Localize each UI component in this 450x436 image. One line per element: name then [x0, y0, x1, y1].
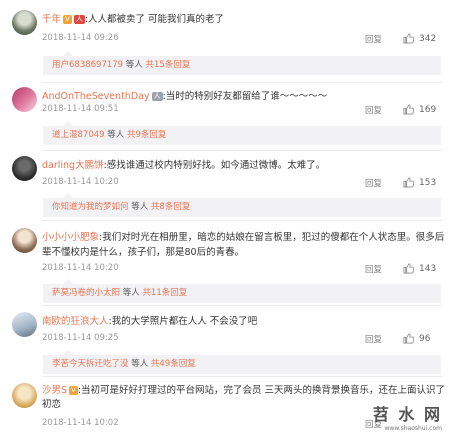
comment-username[interactable]: 南欧的狂浪大人	[42, 316, 109, 327]
divider	[42, 82, 442, 83]
comment-username[interactable]: 沙男S	[42, 385, 67, 396]
comment-time: 2018-11-14 09:25	[42, 333, 119, 343]
divider	[42, 220, 442, 221]
like-count: 143	[419, 263, 437, 274]
comment-time: 2018-11-14 09:26	[42, 33, 119, 43]
reply-username[interactable]: 道上混87049	[52, 130, 105, 140]
like-count: 169	[419, 104, 437, 115]
reply-count-link[interactable]: 共9条回复	[127, 130, 166, 140]
reply-button[interactable]: 回复	[365, 104, 382, 116]
sub-replies[interactable]: 道上混87049 等人 共9条回复	[43, 121, 441, 145]
like-button[interactable]: 96	[403, 333, 430, 344]
like-button[interactable]: 153	[403, 177, 436, 188]
thumbs-up-icon	[403, 333, 414, 344]
comment-text: :人人都被卖了 可能我们真的老了	[84, 14, 225, 25]
comment-text: :当初可是好好打理过的平台网站，完了会员 三天两头的换背景换音乐，还在上面认识了	[77, 385, 446, 396]
comment-time: 2018-11-14 09:51	[42, 104, 119, 114]
comment-time: 2018-11-14 10:02	[42, 418, 119, 428]
member-badge: 人	[151, 92, 163, 101]
avatar[interactable]	[12, 87, 37, 112]
comment-username[interactable]: 小小小小肥象	[42, 232, 99, 243]
like-count: 153	[419, 177, 437, 188]
avatar[interactable]	[12, 10, 37, 35]
member-badge: 人	[73, 15, 85, 24]
reply-button[interactable]: 回复	[365, 33, 382, 45]
divider	[42, 376, 442, 377]
like-button[interactable]: 143	[403, 263, 436, 274]
thumbs-up-icon	[403, 263, 414, 274]
like-count: 96	[419, 333, 431, 344]
comment-text: :我的大学照片都在人人 不会没了吧	[108, 316, 258, 327]
sub-replies[interactable]: 用户6838697179 等人 共15条回复	[43, 51, 441, 75]
like-button[interactable]: 169	[403, 104, 436, 115]
avatar[interactable]	[12, 228, 37, 253]
watermark-logo: 苕 水 网 www.shaoshui.com	[372, 405, 442, 432]
thumbs-up-icon	[403, 104, 414, 115]
comment-text: :我们对时光在相册里，暗恋的姑娘在留言板里，犯过的傻都在个人状态里。很多后	[99, 232, 445, 243]
divider	[42, 305, 442, 306]
reply-username[interactable]: 萨莫冯卷的小太阳	[52, 288, 120, 298]
like-count: 342	[419, 33, 437, 44]
avatar[interactable]	[12, 383, 37, 408]
reply-button[interactable]: 回复	[365, 263, 382, 275]
comment-time: 2018-11-14 10:20	[42, 177, 119, 187]
reply-username[interactable]: 你知道为我的梦如何	[52, 202, 129, 212]
comment-username[interactable]: AndOnTheSeventhDay	[42, 91, 150, 102]
sub-replies[interactable]: 李苦今天拆迁吃了没 等人 共49条回复	[43, 350, 441, 374]
comment-text-continued: 辈不懂校内是什么，孩子们，那是80后的青春。	[42, 247, 245, 258]
divider	[42, 150, 442, 151]
sub-replies[interactable]: 你知道为我的梦如何 等人 共8条回复	[43, 193, 441, 217]
avatar[interactable]	[12, 312, 37, 337]
reply-username[interactable]: 李苦今天拆迁吃了没	[52, 359, 129, 369]
like-button[interactable]: 342	[403, 33, 436, 44]
comment-username[interactable]: 千年	[42, 14, 61, 25]
reply-username[interactable]: 用户6838697179	[52, 60, 123, 70]
comment-time: 2018-11-14 10:20	[42, 263, 119, 273]
comment-username[interactable]: darling大鹏饼	[42, 160, 104, 171]
comment-text-continued: 初恋	[42, 399, 62, 410]
thumbs-up-icon	[403, 33, 414, 44]
comment-text: :感找谁通过校内特别好找。如今通过微博。太难了。	[103, 160, 326, 171]
reply-count-link[interactable]: 共8条回复	[151, 202, 190, 212]
reply-count-link[interactable]: 共49条回复	[151, 359, 196, 369]
thumbs-up-icon	[403, 177, 414, 188]
avatar[interactable]	[12, 156, 37, 181]
reply-button[interactable]: 回复	[365, 177, 382, 189]
reply-button[interactable]: 回复	[365, 333, 382, 345]
verified-badge: V	[69, 386, 78, 395]
reply-count-link[interactable]: 共15条回复	[146, 60, 191, 70]
reply-count-link[interactable]: 共11条回复	[142, 288, 187, 298]
comment-text: :当时的特别好友都留给了谁～～～～～	[162, 91, 328, 102]
verified-badge: V	[63, 15, 72, 24]
sub-replies[interactable]: 萨莫冯卷的小太阳 等人 共11条回复	[43, 279, 441, 303]
